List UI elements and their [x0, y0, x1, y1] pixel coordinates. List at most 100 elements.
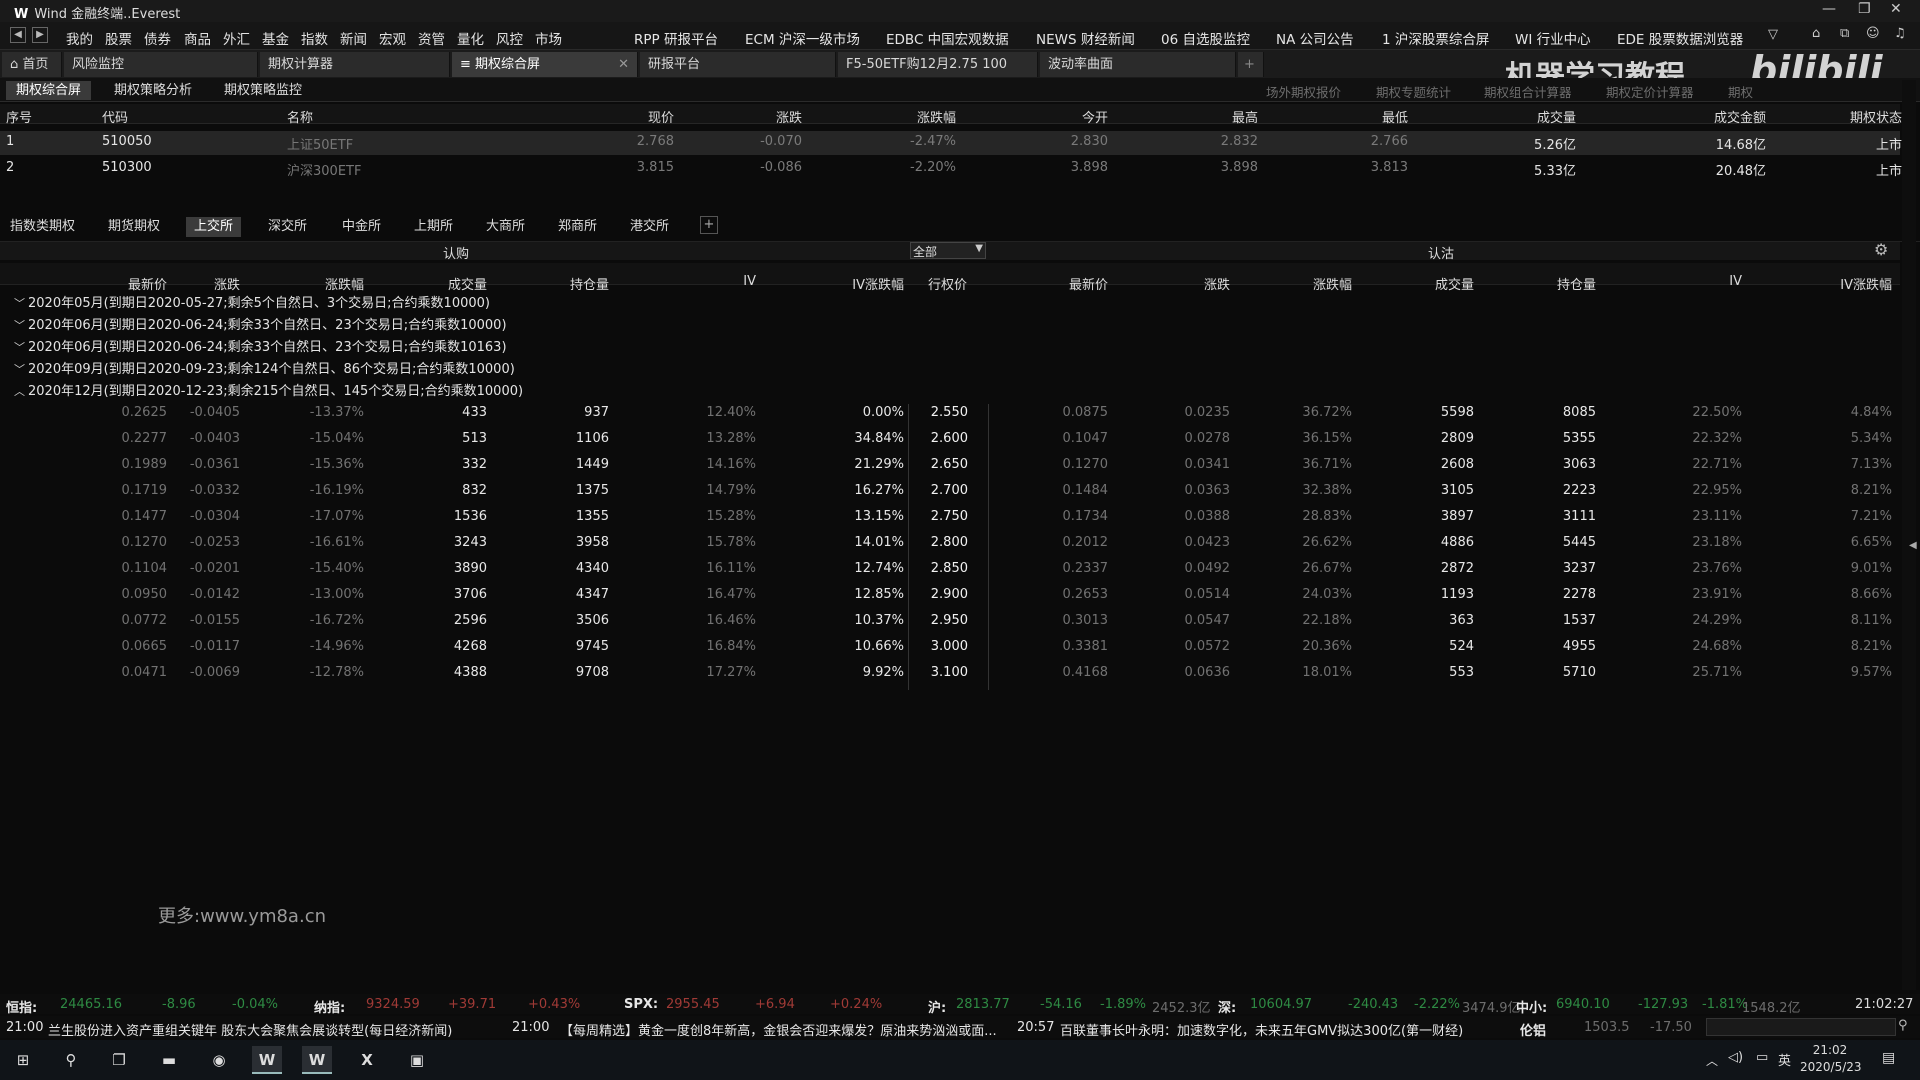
- expiry-group-row[interactable]: ﹀ 2020年09月(到期日2020-09-23;剩余124个自然日、86个交易日…: [14, 358, 515, 377]
- exchange-tab[interactable]: 上交所: [186, 217, 242, 237]
- window-icon[interactable]: ⧉: [1840, 26, 1849, 41]
- call-cell[interactable]: -16.19%: [254, 483, 364, 498]
- call-column-header[interactable]: 涨跌幅: [254, 274, 364, 293]
- minimize-icon[interactable]: —: [1822, 1, 1836, 17]
- put-cell[interactable]: 3897: [1364, 509, 1474, 524]
- call-cell[interactable]: -0.0403: [130, 431, 240, 446]
- call-cell[interactable]: 12.85%: [794, 587, 904, 602]
- taskbar-time[interactable]: 21:02: [1800, 1043, 1860, 1057]
- column-header[interactable]: 成交金额: [1590, 107, 1766, 126]
- task-view-icon[interactable]: ❐: [104, 1046, 134, 1074]
- restore-icon[interactable]: ❐: [1858, 1, 1871, 17]
- put-cell[interactable]: 5598: [1364, 405, 1474, 420]
- link-pricing-calculator[interactable]: 期权定价计算器: [1606, 82, 1694, 101]
- exchange-tab[interactable]: 指数类期权: [2, 217, 83, 237]
- underlying-cell[interactable]: 510300: [102, 160, 182, 175]
- quick-link[interactable]: NEWS 财经新闻: [1036, 28, 1135, 48]
- news-headline[interactable]: 兰生股份进入资产重组关键年 股东大会聚焦会展谈转型(每日经济新闻): [48, 1020, 452, 1039]
- tab-f5-50etf[interactable]: F5-50ETF购12月2.75 100: [838, 52, 1038, 77]
- call-cell[interactable]: -0.0201: [130, 561, 240, 576]
- column-header[interactable]: 最高: [1120, 107, 1258, 126]
- call-cell[interactable]: 10.66%: [794, 639, 904, 654]
- call-cell[interactable]: 1375: [499, 483, 609, 498]
- underlying-cell[interactable]: 2: [6, 160, 66, 175]
- put-cell[interactable]: 5.34%: [1782, 431, 1892, 446]
- underlying-cell[interactable]: 沪深300ETF: [287, 160, 447, 179]
- vertical-scrollbar[interactable]: [1902, 80, 1916, 990]
- close-icon[interactable]: ✕: [1890, 1, 1902, 17]
- put-cell[interactable]: 4.84%: [1782, 405, 1892, 420]
- strike-cell[interactable]: 2.900: [918, 587, 968, 602]
- put-cell[interactable]: 0.0278: [1120, 431, 1231, 446]
- call-cell[interactable]: 1449: [499, 457, 609, 472]
- put-cell[interactable]: 0.4168: [998, 665, 1109, 680]
- put-column-header[interactable]: 持仓量: [1486, 274, 1596, 293]
- put-cell[interactable]: 4955: [1486, 639, 1596, 654]
- menu-item[interactable]: 宏观: [379, 28, 406, 48]
- column-header[interactable]: 最低: [1270, 107, 1408, 126]
- call-cell[interactable]: -12.78%: [254, 665, 364, 680]
- quick-link[interactable]: ECM 沪深一级市场: [745, 28, 860, 48]
- quick-link[interactable]: NA 公司公告: [1276, 28, 1354, 48]
- underlying-cell[interactable]: 上证50ETF: [287, 134, 447, 153]
- put-column-header[interactable]: 涨跌: [1120, 274, 1230, 293]
- put-cell[interactable]: 0.2337: [998, 561, 1109, 576]
- put-cell[interactable]: 0.1270: [998, 457, 1109, 472]
- tab-option-screen[interactable]: ≡ 期权综合屏 ✕: [452, 52, 638, 77]
- call-cell[interactable]: 3890: [377, 561, 487, 576]
- link-option-stats[interactable]: 期权专题统计: [1376, 82, 1451, 101]
- collapse-arrow-icon[interactable]: ◀: [1909, 540, 1917, 551]
- file-explorer-icon[interactable]: ▬: [154, 1046, 184, 1074]
- column-header[interactable]: 今开: [970, 107, 1108, 126]
- remote-desktop-icon[interactable]: ▣: [402, 1046, 432, 1074]
- call-cell[interactable]: 16.11%: [646, 561, 756, 576]
- put-cell[interactable]: 0.0875: [998, 405, 1109, 420]
- put-cell[interactable]: 5445: [1486, 535, 1596, 550]
- put-cell[interactable]: 2223: [1486, 483, 1596, 498]
- put-cell[interactable]: 36.71%: [1242, 457, 1352, 472]
- call-cell[interactable]: -15.36%: [254, 457, 364, 472]
- put-cell[interactable]: 5710: [1486, 665, 1596, 680]
- put-cell[interactable]: 8.21%: [1782, 483, 1892, 498]
- put-cell[interactable]: 363: [1364, 613, 1474, 628]
- search-icon[interactable]: ⚲: [56, 1046, 86, 1074]
- call-cell[interactable]: 3706: [377, 587, 487, 602]
- call-cell[interactable]: 832: [377, 483, 487, 498]
- call-cell[interactable]: 14.79%: [646, 483, 756, 498]
- call-column-header[interactable]: IV: [646, 274, 756, 289]
- tab-research-platform[interactable]: 研报平台: [640, 52, 836, 77]
- call-cell[interactable]: -0.0117: [130, 639, 240, 654]
- filter-select[interactable]: 全部 ▼: [910, 242, 986, 259]
- put-column-header[interactable]: 成交量: [1364, 274, 1474, 293]
- call-cell[interactable]: -17.07%: [254, 509, 364, 524]
- exchange-tab[interactable]: 大商所: [478, 217, 533, 237]
- excel-app-icon[interactable]: X: [352, 1046, 382, 1074]
- put-cell[interactable]: 9.57%: [1782, 665, 1892, 680]
- settings-gear-icon[interactable]: ⚙: [1874, 240, 1888, 259]
- call-cell[interactable]: 4340: [499, 561, 609, 576]
- put-cell[interactable]: 2872: [1364, 561, 1474, 576]
- put-cell[interactable]: 22.32%: [1632, 431, 1742, 446]
- call-cell[interactable]: -0.0332: [130, 483, 240, 498]
- wind-app-icon[interactable]: W: [252, 1046, 282, 1074]
- chevron-up-icon[interactable]: ︿: [14, 383, 28, 399]
- browser-icon[interactable]: ◉: [204, 1046, 234, 1074]
- call-cell[interactable]: 1106: [499, 431, 609, 446]
- put-cell[interactable]: 5355: [1486, 431, 1596, 446]
- expiry-group-row[interactable]: ﹀ 2020年06月(到期日2020-06-24;剩余33个自然日、23个交易日;…: [14, 336, 507, 355]
- call-cell[interactable]: 15.78%: [646, 535, 756, 550]
- expiry-group-row[interactable]: ﹀ 2020年05月(到期日2020-05-27;剩余5个自然日、3个交易日;合约…: [14, 292, 490, 311]
- subtab-strategy-analysis[interactable]: 期权策略分析: [104, 81, 202, 100]
- column-header[interactable]: 涨跌: [690, 107, 802, 126]
- call-cell[interactable]: 937: [499, 405, 609, 420]
- call-cell[interactable]: 16.46%: [646, 613, 756, 628]
- put-cell[interactable]: 0.0547: [1120, 613, 1231, 628]
- call-cell[interactable]: 3506: [499, 613, 609, 628]
- column-header[interactable]: 名称: [287, 107, 447, 126]
- quick-link[interactable]: RPP 研报平台: [634, 28, 718, 48]
- quick-link[interactable]: 06 自选股监控: [1161, 28, 1250, 48]
- column-header[interactable]: 成交量: [1420, 107, 1576, 126]
- put-cell[interactable]: 8.21%: [1782, 639, 1892, 654]
- back-arrow-icon[interactable]: ◀: [10, 27, 26, 43]
- chevron-down-icon[interactable]: ﹀: [14, 339, 28, 355]
